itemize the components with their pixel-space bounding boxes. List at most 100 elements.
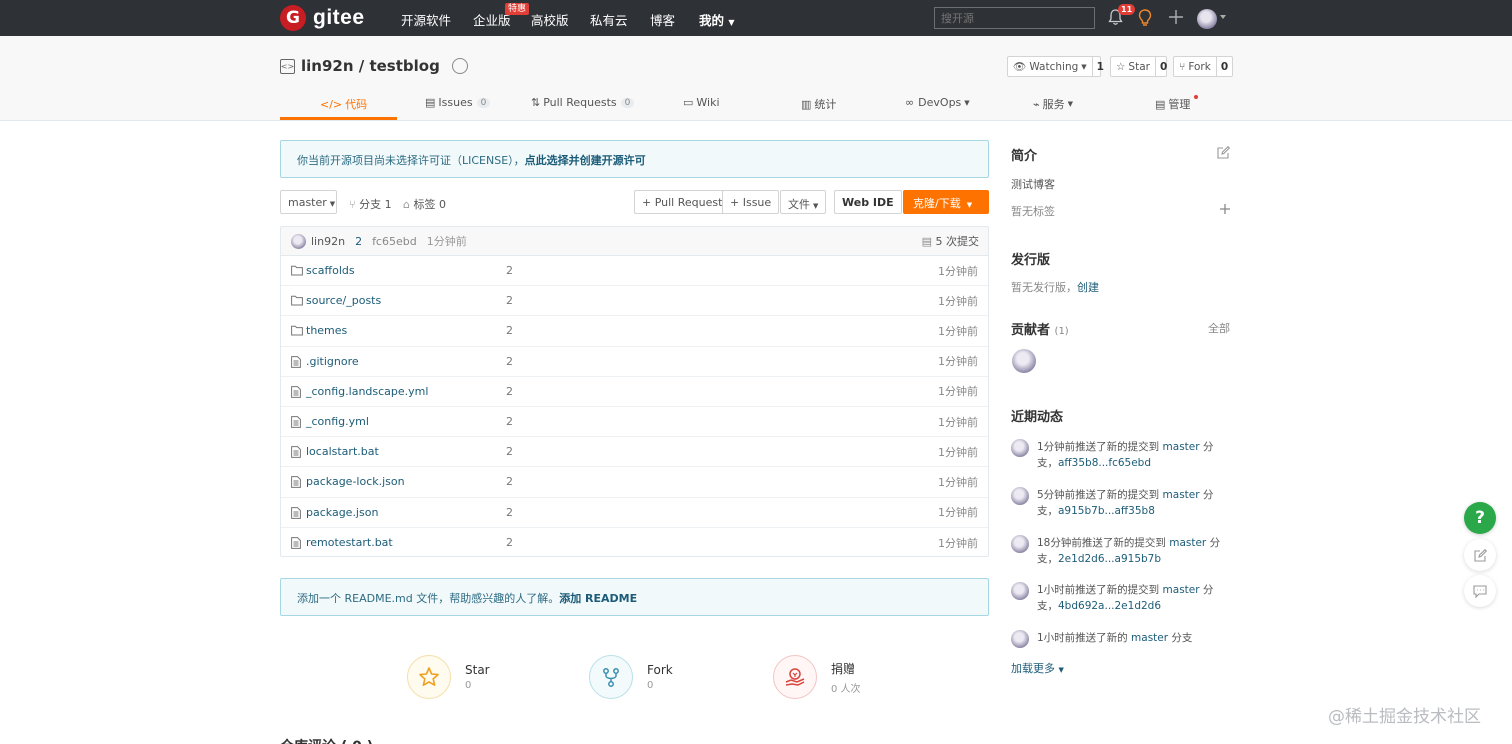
new-issue-button[interactable]: + Issue — [722, 190, 780, 214]
file-commit-message[interactable]: 2 — [506, 324, 513, 337]
tab-manage[interactable]: ▤ 管理 — [1155, 96, 1190, 112]
commit-message[interactable]: 2 — [355, 235, 362, 248]
file-name-link[interactable]: localstart.bat — [306, 445, 379, 458]
file-row[interactable]: localstart.bat 2 1分钟前 — [281, 437, 988, 468]
branch-select[interactable]: master ▼ — [280, 190, 337, 214]
file-name-link[interactable]: _config.yml — [306, 415, 369, 428]
commit-author-avatar[interactable] — [291, 233, 306, 249]
watch-count[interactable]: 1 — [1093, 61, 1108, 73]
gitee-logo[interactable]: G gitee — [280, 5, 365, 31]
help-button[interactable]: ? — [1464, 502, 1496, 534]
repo-name-link[interactable]: testblog — [369, 57, 439, 75]
file-name-link[interactable]: package.json — [306, 506, 378, 519]
file-row[interactable]: themes 2 1分钟前 — [281, 316, 988, 347]
file-menu-button[interactable]: 文件 ▼ — [780, 190, 827, 214]
file-commit-message[interactable]: 2 — [506, 536, 513, 549]
activity-branch-link[interactable]: master — [1131, 632, 1168, 644]
commit-hash[interactable]: fc65ebd — [372, 235, 417, 248]
tab-devops[interactable]: ∞ DevOps ▼ — [905, 96, 970, 109]
file-name-link[interactable]: remotestart.bat — [306, 536, 393, 549]
activity-commit-range-link[interactable]: a915b7b...aff35b8 — [1058, 505, 1155, 517]
plus-icon[interactable] — [1168, 9, 1184, 25]
file-row[interactable]: .gitignore 2 1分钟前 — [281, 347, 988, 377]
tab-statistics[interactable]: ▥ 统计 — [801, 96, 836, 112]
activity-avatar[interactable] — [1011, 630, 1029, 648]
branches-count[interactable]: ⑂ 分支 1 — [349, 196, 392, 212]
activity-commit-range-link[interactable]: 4bd692a...2e1d2d6 — [1058, 600, 1161, 612]
clone-download-button[interactable]: 克隆/下载 ▼ — [903, 190, 989, 214]
tab-services[interactable]: ⌁ 服务 ▼ — [1033, 96, 1073, 112]
file-name-link[interactable]: _config.landscape.yml — [306, 385, 428, 398]
star-count[interactable]: 0 — [1156, 61, 1171, 73]
chevron-down-icon[interactable] — [1220, 15, 1226, 19]
nav-open-source[interactable]: 开源软件 — [401, 10, 451, 29]
activity-branch-link[interactable]: master — [1163, 584, 1200, 596]
tab-wiki[interactable]: ▭ Wiki — [683, 96, 720, 109]
repo-owner-link[interactable]: lin92n — [301, 57, 354, 75]
add-readme-link[interactable]: 添加 README — [559, 592, 637, 605]
activity-branch-link[interactable]: master — [1169, 537, 1206, 549]
contributor-avatar[interactable] — [1012, 349, 1036, 373]
file-row[interactable]: package-lock.json 2 1分钟前 — [281, 467, 988, 498]
file-row[interactable]: remotestart.bat 2 1分钟前 — [281, 528, 988, 558]
file-commit-message[interactable]: 2 — [506, 355, 513, 368]
commit-total[interactable]: ▤ 5 次提交 — [922, 233, 979, 249]
global-search-input[interactable] — [934, 7, 1095, 29]
file-commit-message[interactable]: 2 — [506, 264, 513, 277]
web-ide-button[interactable]: Web IDE — [834, 190, 902, 214]
activity-branch-link[interactable]: master — [1163, 441, 1200, 453]
file-commit-message[interactable]: 2 — [506, 506, 513, 519]
tags-count[interactable]: ⌂ 标签 0 — [403, 196, 446, 212]
chat-button[interactable] — [1464, 575, 1496, 607]
watch-button[interactable]: 👁 Watching ▼ 1 — [1007, 56, 1104, 77]
stat-fork[interactable]: Fork 0 — [589, 655, 673, 699]
file-row[interactable]: source/_posts 2 1分钟前 — [281, 286, 988, 317]
file-name-link[interactable]: themes — [306, 324, 347, 337]
stat-donate[interactable]: 捐赠 0 人次 — [773, 655, 861, 699]
activity-avatar[interactable] — [1011, 439, 1029, 457]
file-row[interactable]: scaffolds 2 1分钟前 — [281, 256, 988, 287]
stat-fork-text: Fork 0 — [647, 663, 673, 691]
new-pull-request-button[interactable]: + Pull Request — [634, 190, 731, 214]
file-name-link[interactable]: source/_posts — [306, 294, 381, 307]
license-create-link[interactable]: 点此选择并创建开源许可 — [525, 154, 646, 167]
file-row[interactable]: _config.landscape.yml 2 1分钟前 — [281, 377, 988, 407]
activity-avatar[interactable] — [1011, 582, 1029, 600]
all-contributors-link[interactable]: 全部 — [1208, 320, 1230, 336]
file-commit-message[interactable]: 2 — [506, 385, 513, 398]
user-avatar[interactable] — [1197, 9, 1217, 29]
commit-author[interactable]: lin92n — [311, 235, 345, 248]
file-name-link[interactable]: package-lock.json — [306, 475, 405, 488]
activity-commit-range-link[interactable]: 2e1d2d6...a915b7b — [1058, 553, 1161, 565]
file-name-link[interactable]: scaffolds — [306, 264, 355, 277]
edit-icon[interactable] — [1217, 146, 1230, 159]
nav-education[interactable]: 高校版 — [531, 10, 569, 29]
activity-branch-link[interactable]: master — [1163, 489, 1200, 501]
fork-button[interactable]: ⑂ Fork 0 — [1173, 56, 1233, 77]
stat-donate-label: 捐赠 — [831, 661, 856, 676]
tab-code[interactable]: </> 代码 — [320, 96, 367, 112]
file-name-link[interactable]: .gitignore — [306, 355, 359, 368]
activity-avatar[interactable] — [1011, 487, 1029, 505]
stat-star[interactable]: Star 0 — [407, 655, 490, 699]
activity-avatar[interactable] — [1011, 535, 1029, 553]
nav-mine[interactable]: 我的 ▼ — [699, 10, 735, 29]
activity-commit-range-link[interactable]: aff35b8...fc65ebd — [1058, 457, 1151, 469]
nav-private-cloud[interactable]: 私有云 — [590, 10, 628, 29]
nav-blog[interactable]: 博客 — [650, 10, 675, 29]
file-row[interactable]: _config.yml 2 1分钟前 — [281, 407, 988, 438]
star-button[interactable]: ☆ Star 0 — [1110, 56, 1167, 77]
feedback-edit-button[interactable] — [1464, 539, 1496, 571]
fork-count[interactable]: 0 — [1217, 61, 1232, 73]
add-tag-icon[interactable] — [1219, 203, 1231, 215]
create-release-link[interactable]: 创建 — [1077, 281, 1099, 294]
tab-pull-requests[interactable]: ⇅ Pull Requests 0 — [531, 96, 635, 109]
file-commit-message[interactable]: 2 — [506, 294, 513, 307]
load-more-button[interactable]: 加载更多 ▼ — [1011, 660, 1064, 676]
file-row[interactable]: package.json 2 1分钟前 — [281, 498, 988, 528]
lightbulb-icon[interactable] — [1138, 9, 1152, 27]
file-commit-message[interactable]: 2 — [506, 415, 513, 428]
file-commit-message[interactable]: 2 — [506, 475, 513, 488]
tab-issues[interactable]: ▤ Issues 0 — [425, 96, 491, 109]
file-commit-message[interactable]: 2 — [506, 445, 513, 458]
